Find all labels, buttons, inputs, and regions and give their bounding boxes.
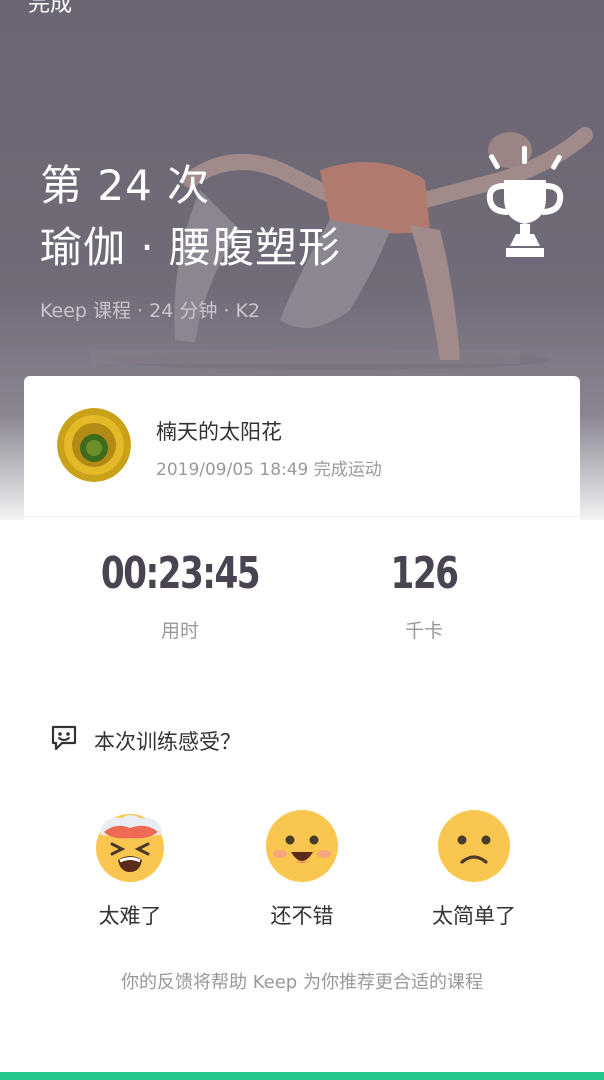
- option-not-bad[interactable]: 还不错: [232, 900, 372, 930]
- trophy-icon: [486, 146, 564, 257]
- feedback-card: 本次训练感受？ 太难了 还不错 太简单了 你的反馈将帮助 Keep 为你推荐更合…: [24, 688, 580, 1040]
- bottom-accent-bar: [0, 1072, 604, 1080]
- workout-summary-card: 楠天的太阳花 2019/09/05 18:49 完成运动 00:23:45 用时…: [24, 376, 580, 668]
- feedback-chat-icon: [51, 725, 77, 751]
- completion-time: 2019/09/05 18:49 完成运动: [156, 460, 382, 480]
- duration-value: 00:23:45: [100, 548, 261, 599]
- feedback-title: 本次训练感受？: [94, 730, 241, 754]
- user-name[interactable]: 楠天的太阳花: [156, 416, 282, 446]
- course-meta: Keep 课程 · 24 分钟 · K2: [40, 300, 260, 322]
- course-title: 瑜伽 · 腰腹塑形: [40, 223, 342, 272]
- done-label[interactable]: 完成: [28, 0, 72, 18]
- option-too-easy[interactable]: 太简单了: [404, 900, 544, 930]
- option-too-hard[interactable]: 太难了: [60, 900, 200, 930]
- emoji-not-bad-icon[interactable]: [264, 808, 340, 884]
- calories-label: 千卡: [404, 620, 443, 642]
- workout-count-title: 第 24 次: [40, 161, 211, 210]
- avatar[interactable]: [57, 408, 131, 482]
- calories-value: 126: [390, 548, 460, 599]
- duration-label: 用时: [160, 620, 199, 642]
- feedback-note: 你的反馈将帮助 Keep 为你推荐更合适的课程: [121, 972, 483, 993]
- divider: [24, 516, 580, 517]
- emoji-too-hard-icon[interactable]: [92, 808, 168, 884]
- emoji-too-easy-icon[interactable]: [436, 808, 512, 884]
